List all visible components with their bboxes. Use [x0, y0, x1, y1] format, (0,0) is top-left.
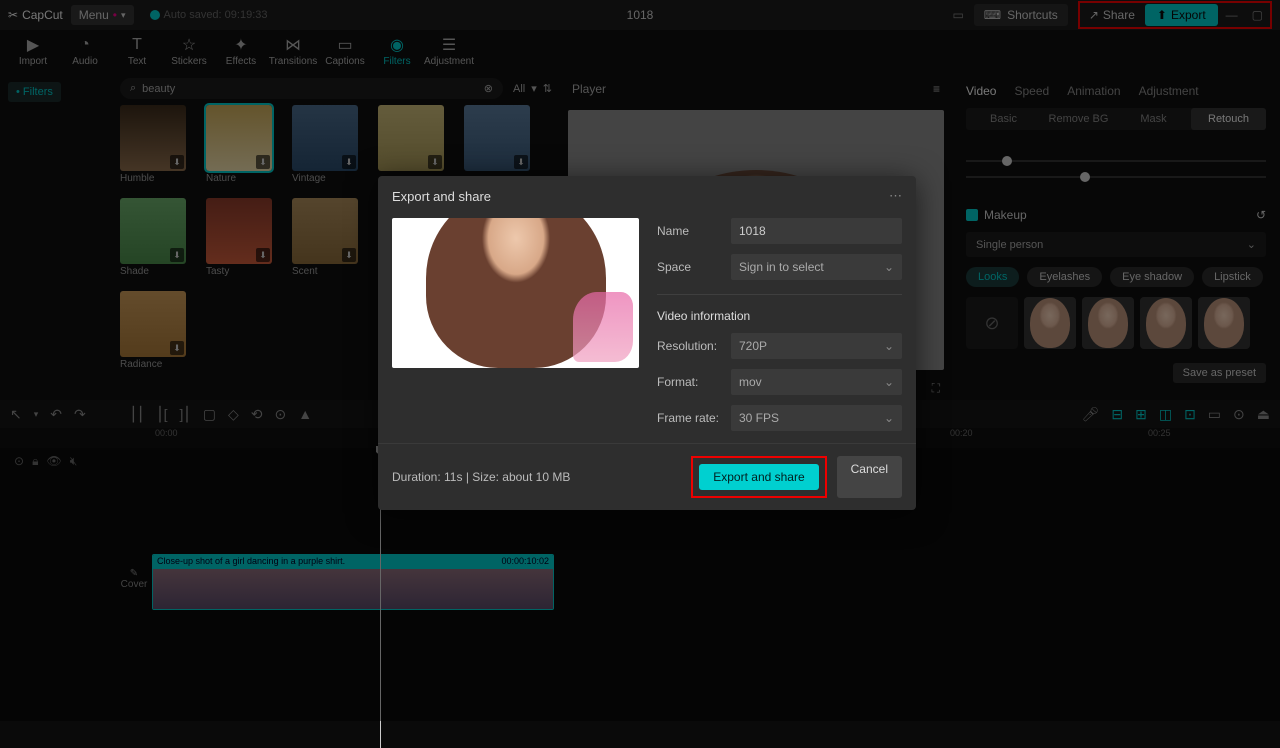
export-info: Duration: 11s | Size: about 10 MB: [392, 470, 570, 484]
framerate-row: Frame rate: 30 FPS: [657, 405, 902, 431]
space-row: Space Sign in to select: [657, 254, 902, 280]
export-preview: [392, 218, 639, 368]
format-row: Format: mov: [657, 369, 902, 395]
name-row: Name: [657, 218, 902, 244]
footer-buttons: Export and share Cancel: [691, 456, 902, 498]
fps-label: Frame rate:: [657, 411, 721, 425]
export-modal: Export and share ⋯ Name Space Sign in to…: [378, 176, 916, 510]
divider: [657, 294, 902, 295]
cancel-button[interactable]: Cancel: [837, 456, 902, 498]
modal-footer: Duration: 11s | Size: about 10 MB Export…: [378, 443, 916, 510]
close-icon[interactable]: ⋯: [889, 188, 902, 204]
framerate-select[interactable]: 30 FPS: [731, 405, 902, 431]
format-select[interactable]: mov: [731, 369, 902, 395]
export-form: Name Space Sign in to select Video infor…: [657, 218, 902, 431]
section-title: Video information: [657, 309, 902, 323]
modal-title: Export and share: [392, 189, 491, 204]
fmt-label: Format:: [657, 375, 721, 389]
preview-overlay: [573, 292, 633, 362]
space-select[interactable]: Sign in to select: [731, 254, 902, 280]
res-label: Resolution:: [657, 339, 721, 353]
space-label: Space: [657, 260, 721, 274]
export-and-share-button[interactable]: Export and share: [699, 464, 818, 490]
modal-header: Export and share ⋯: [378, 176, 916, 212]
name-input[interactable]: [731, 218, 902, 244]
highlight-export-button: Export and share: [691, 456, 826, 498]
modal-body: Name Space Sign in to select Video infor…: [378, 212, 916, 443]
resolution-row: Resolution: 720P: [657, 333, 902, 359]
resolution-select[interactable]: 720P: [731, 333, 902, 359]
name-label: Name: [657, 224, 721, 238]
